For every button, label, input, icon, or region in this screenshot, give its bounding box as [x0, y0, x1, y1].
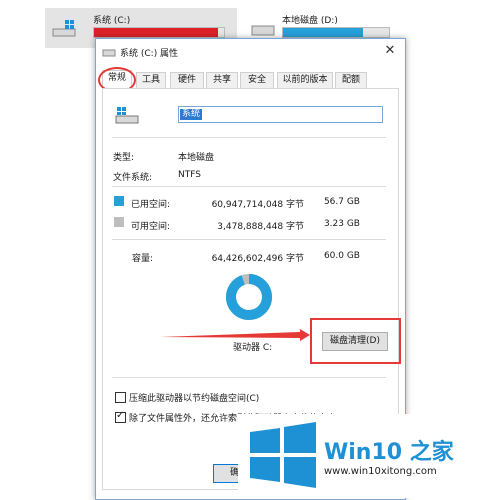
compress-checkbox[interactable]	[115, 392, 126, 403]
tab-tools[interactable]: 工具	[136, 72, 166, 88]
type-value: 本地磁盘	[178, 153, 215, 163]
free-space-swatch	[114, 217, 124, 227]
type-label: 类型:	[113, 153, 135, 163]
divider	[112, 377, 386, 378]
tab-hardware[interactable]: 硬件	[170, 72, 204, 88]
tab-sharing[interactable]: 共享	[206, 72, 238, 88]
tab-quota[interactable]: 配额	[335, 72, 367, 88]
windows-logo-icon	[250, 422, 316, 488]
drive-icon	[102, 49, 116, 57]
drive-name-selection: 系统	[180, 109, 202, 120]
donut-used-segment	[226, 274, 272, 320]
index-checkbox[interactable]: ✓	[115, 410, 126, 423]
brand-url: www.win10xitong.com	[324, 466, 437, 477]
drive-d-name: 本地磁盘 (D:)	[282, 16, 338, 26]
used-space-bytes: 60,947,714,048 字节	[211, 200, 304, 210]
used-space-size: 56.7 GB	[323, 197, 360, 207]
dialog-title: 系统 (C:) 属性	[120, 49, 179, 59]
tab-security[interactable]: 安全	[240, 72, 274, 88]
hard-drive-icon	[251, 25, 275, 36]
capacity-bytes: 64,426,602,496 字节	[211, 254, 304, 264]
free-space-bytes: 3,478,888,448 字节	[217, 222, 304, 232]
windows-drive-icon	[52, 20, 76, 37]
drive-c-usage-bar	[93, 27, 225, 38]
capacity-label: 容量:	[132, 254, 154, 264]
brand-name: Win10 之家	[324, 440, 454, 465]
disk-cleanup-button[interactable]: 磁盘清理(D)	[322, 332, 388, 351]
compress-label: 压缩此驱动器以节约磁盘空间(C)	[129, 394, 260, 404]
used-space-label: 已用空间:	[131, 200, 171, 210]
close-icon[interactable]: ✕	[383, 43, 397, 59]
windows-drive-icon	[115, 107, 139, 124]
divider	[112, 239, 386, 240]
filesystem-value: NTFS	[178, 170, 201, 180]
used-space-swatch	[114, 196, 124, 206]
annotation-arrow-icon	[160, 329, 310, 341]
filesystem-label: 文件系统:	[113, 173, 153, 183]
divider	[112, 137, 386, 138]
usage-donut-chart	[226, 274, 272, 320]
title-bar[interactable]: 系统 (C:) 属性 ✕	[96, 39, 405, 65]
drive-c-name: 系统 (C:)	[93, 16, 131, 26]
capacity-size: 60.0 GB	[323, 251, 360, 261]
drive-name-input[interactable]	[178, 106, 383, 123]
free-space-size: 3.23 GB	[323, 219, 360, 229]
checkmark-icon: ✓	[116, 410, 125, 421]
drive-d-usage-bar	[282, 27, 390, 38]
free-space-label: 可用空间:	[131, 222, 171, 232]
divider	[112, 186, 386, 187]
watermark: Win10 之家 www.win10xitong.com	[238, 414, 477, 498]
tab-previous-versions[interactable]: 以前的版本	[277, 72, 333, 88]
